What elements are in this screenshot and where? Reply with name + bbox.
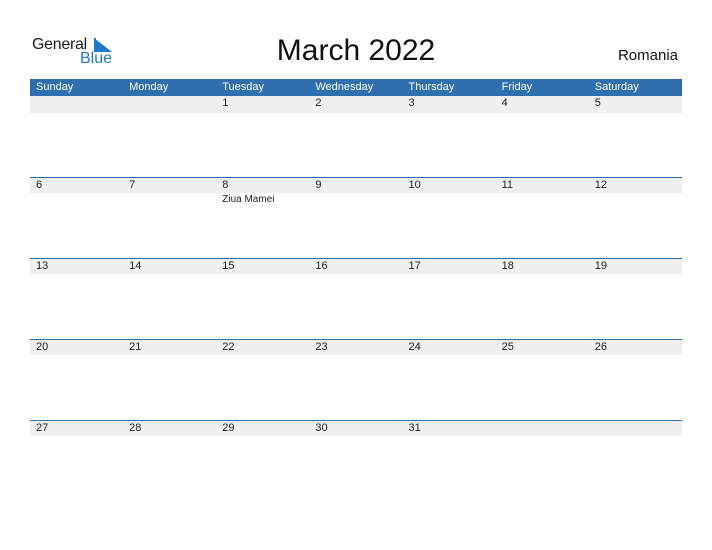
- day-event: Ziua Mamei: [222, 194, 275, 205]
- weekday-header: Sunday Monday Tuesday Wednesday Thursday…: [30, 79, 682, 96]
- day-number: 2: [315, 97, 322, 109]
- weekday-thursday: Thursday: [408, 81, 455, 93]
- day-number: [30, 96, 123, 113]
- day-number: 30: [315, 422, 328, 434]
- day-number: 10: [408, 179, 421, 191]
- day-number: 6: [36, 179, 43, 191]
- weekday-monday: Monday: [129, 81, 169, 93]
- day-event: [123, 193, 216, 207]
- day-number: 19: [594, 260, 607, 272]
- day-event: [309, 193, 402, 207]
- weekday-wednesday: Wednesday: [315, 81, 374, 93]
- day-number: 8: [222, 179, 229, 191]
- weekday-friday: Friday: [501, 81, 533, 93]
- day-number: 1: [222, 97, 229, 109]
- calendar-grid: Sunday Monday Tuesday Wednesday Thursday…: [30, 79, 682, 436]
- calendar-title: March 2022: [276, 34, 436, 67]
- day-number: 9: [315, 179, 322, 191]
- day-number: 15: [222, 260, 235, 272]
- day-number: 24: [408, 341, 421, 353]
- day-number: 29: [222, 422, 235, 434]
- day-number: 28: [129, 422, 142, 434]
- day-number: [123, 96, 216, 113]
- weekday-tuesday: Tuesday: [222, 81, 265, 93]
- day-number: 16: [315, 260, 328, 272]
- week-day-numbers: 6 7 8 9 10 11 12: [30, 177, 682, 193]
- week-day-numbers: 13 14 15 16 17 18 19: [30, 258, 682, 274]
- day-number: 12: [594, 179, 607, 191]
- week-events: Ziua Mamei: [30, 193, 682, 207]
- day-number: 5: [594, 97, 601, 109]
- week-day-numbers: 20 21 22 23 24 25 26: [30, 339, 682, 355]
- day-event: [403, 193, 496, 207]
- week-row: 1 2 3 4 5: [30, 96, 682, 177]
- day-number: 22: [222, 341, 235, 353]
- day-number: 27: [36, 422, 49, 434]
- weekday-saturday: Saturday: [594, 81, 639, 93]
- day-event: [589, 193, 682, 207]
- day-number: 31: [408, 422, 421, 434]
- week-row: 6 7 8 9 10 11 12 Ziua Mamei: [30, 177, 682, 258]
- day-number: 13: [36, 260, 49, 272]
- day-number: 25: [501, 341, 514, 353]
- week-day-numbers: 27 28 29 30 31: [30, 420, 682, 436]
- day-number: 11: [501, 179, 514, 191]
- day-event: [30, 193, 123, 207]
- day-number: 23: [315, 341, 328, 353]
- day-number: 18: [501, 260, 514, 272]
- weekday-sunday: Sunday: [36, 81, 74, 93]
- week-row: 27 28 29 30 31: [30, 420, 682, 501]
- country-label: Romania: [617, 47, 678, 64]
- day-number: 4: [501, 97, 508, 109]
- day-number: 3: [408, 97, 415, 109]
- day-number: 26: [594, 341, 607, 353]
- day-number: 17: [408, 260, 421, 272]
- day-number: 7: [129, 179, 136, 191]
- day-number: 14: [129, 260, 142, 272]
- week-row: 13 14 15 16 17 18 19: [30, 258, 682, 339]
- day-number: 20: [36, 341, 49, 353]
- day-number: [589, 421, 682, 436]
- day-event: [496, 193, 589, 207]
- day-number: 21: [129, 341, 142, 353]
- week-row: 20 21 22 23 24 25 26: [30, 339, 682, 420]
- day-number: [496, 421, 589, 436]
- week-day-numbers: 1 2 3 4 5: [30, 96, 682, 113]
